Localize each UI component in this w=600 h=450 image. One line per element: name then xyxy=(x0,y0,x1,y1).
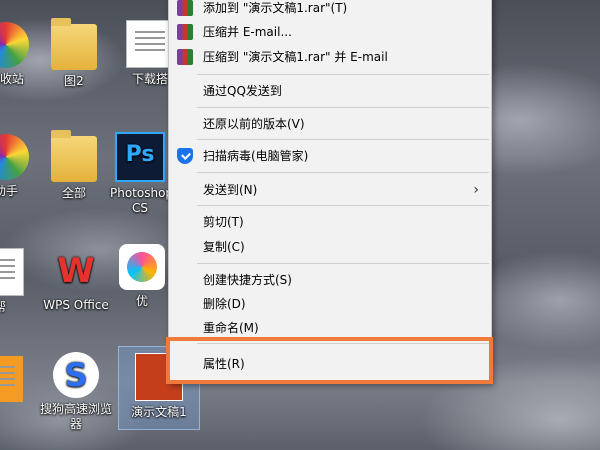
menu-item-label: 创建快捷方式(S) xyxy=(203,273,292,287)
menu-item-label: 压缩并 E-mail... xyxy=(203,25,292,39)
menu-separator xyxy=(197,263,489,264)
desktop-icon-label: 全部 xyxy=(61,186,86,200)
menu-separator xyxy=(197,74,489,75)
menu-item-send-to[interactable]: 发送到(N) › xyxy=(169,179,491,201)
rar-icon xyxy=(177,49,193,65)
menu-item-label: 还原以前的版本(V) xyxy=(203,117,305,131)
desktop-icon-label: WPS Office xyxy=(43,298,109,312)
menu-separator xyxy=(197,107,489,108)
menu-item-label: 添加到 "演示文稿1.rar"(T) xyxy=(203,1,348,15)
document-icon xyxy=(0,248,24,296)
desktop-background: 回收站 图2 下载搭 助手 全部 Ps Photoshop CS 帮 W WPS… xyxy=(0,0,600,450)
desktop-icon-photoshop[interactable]: Ps Photoshop CS xyxy=(110,132,174,216)
photoshop-icon: Ps xyxy=(115,132,165,182)
shield-icon xyxy=(177,148,193,164)
desktop-icon-label: 优 xyxy=(135,294,148,308)
desktop-icon-sogou[interactable]: S 搜狗高速浏览器 xyxy=(36,352,116,432)
app-icon xyxy=(119,244,165,290)
menu-item-label: 复制(C) xyxy=(203,240,245,254)
wps-icon: W xyxy=(57,251,95,291)
menu-item-restore-previous[interactable]: 还原以前的版本(V) xyxy=(169,113,491,135)
menu-item-label: 扫描病毒(电脑管家) xyxy=(203,149,309,163)
desktop-icon-label: Photoshop CS xyxy=(110,186,174,215)
desktop-icon-folder-all[interactable]: 全部 xyxy=(34,130,114,201)
desktop-icon-help[interactable]: 帮 xyxy=(0,248,40,315)
menu-item-label: 压缩到 "演示文稿1.rar" 并 E-mail xyxy=(203,50,388,64)
menu-item-label: 删除(D) xyxy=(203,297,246,311)
menu-item-scan-virus[interactable]: 扫描病毒(电脑管家) xyxy=(169,145,491,167)
document-icon xyxy=(126,20,174,68)
menu-separator xyxy=(197,205,489,206)
rar-icon xyxy=(177,24,193,40)
desktop-icon-misc[interactable] xyxy=(0,356,40,406)
desktop-icon-label: 演示文稿1 xyxy=(131,405,187,419)
menu-item-cut[interactable]: 剪切(T) xyxy=(169,211,491,233)
menu-item-label: 重命名(M) xyxy=(203,321,259,335)
menu-item-send-via-qq[interactable]: 通过QQ发送到 xyxy=(169,80,491,102)
desktop-icon-wps[interactable]: W WPS Office xyxy=(36,248,116,313)
menu-item-compress-email[interactable]: 压缩并 E-mail... xyxy=(169,21,491,43)
menu-separator xyxy=(197,172,489,173)
desktop-icon-app[interactable]: 优 xyxy=(112,244,172,309)
menu-item-copy[interactable]: 复制(C) xyxy=(169,236,491,258)
desktop-icon-label: 回收站 xyxy=(0,72,24,86)
desktop-icon-label: 下载搭 xyxy=(131,72,168,86)
highlight-box xyxy=(166,337,493,384)
desktop-icon-label: 助手 xyxy=(0,184,18,198)
rar-icon xyxy=(177,0,193,16)
desktop-icon-label: 图2 xyxy=(64,74,84,88)
menu-item-compress-to-email[interactable]: 压缩到 "演示文稿1.rar" 并 E-mail xyxy=(169,46,491,68)
chevron-right-icon: › xyxy=(473,182,479,198)
app-icon xyxy=(0,356,23,402)
desktop-icon-label: 搜狗高速浏览器 xyxy=(39,402,112,431)
app-icon xyxy=(0,22,29,68)
folder-icon xyxy=(51,130,97,182)
sogou-browser-icon: S xyxy=(53,352,99,398)
desktop-icon-label: 帮 xyxy=(0,300,6,314)
desktop-icon-folder-tu2[interactable]: 图2 xyxy=(34,18,114,89)
menu-item-create-shortcut[interactable]: 创建快捷方式(S) xyxy=(169,269,491,291)
context-menu: 添加到 "演示文稿1.rar"(T) 压缩并 E-mail... 压缩到 "演示… xyxy=(168,0,492,384)
menu-item-label: 通过QQ发送到 xyxy=(203,84,282,98)
menu-item-add-to-archive[interactable]: 添加到 "演示文稿1.rar"(T) xyxy=(169,0,491,19)
menu-item-label: 发送到(N) xyxy=(203,183,258,197)
app-icon xyxy=(0,134,29,180)
menu-separator xyxy=(197,139,489,140)
folder-icon xyxy=(51,18,97,70)
menu-item-rename[interactable]: 重命名(M) xyxy=(169,317,491,339)
menu-item-label: 剪切(T) xyxy=(203,215,244,229)
menu-item-delete[interactable]: 删除(D) xyxy=(169,293,491,315)
